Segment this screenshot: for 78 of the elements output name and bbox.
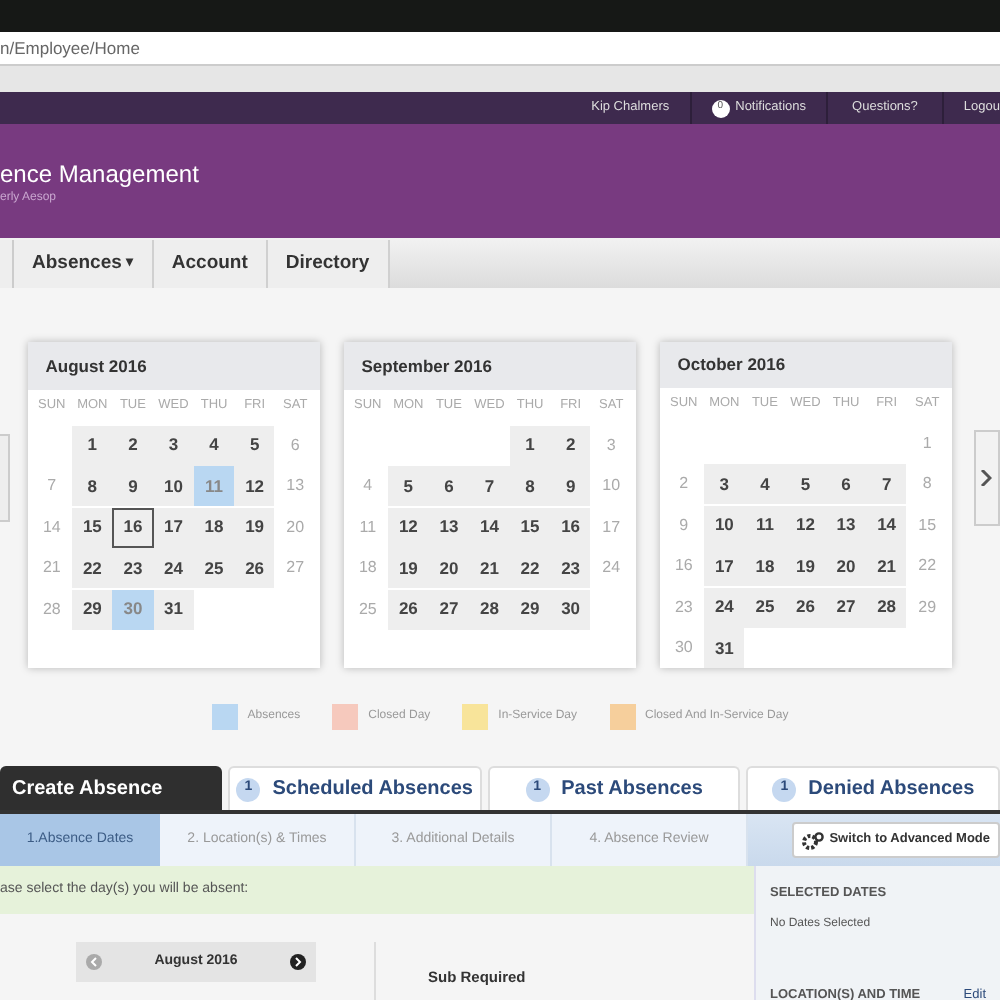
calendar-day[interactable]: 29: [509, 589, 551, 629]
calendar-day[interactable]: 28: [866, 587, 907, 627]
calendar-day[interactable]: 5: [234, 425, 275, 465]
calendar-day[interactable]: 23: [112, 548, 154, 588]
calendar-day[interactable]: 25: [744, 587, 786, 627]
calendar-day[interactable]: 24: [153, 548, 194, 588]
calendar-day[interactable]: 12: [234, 466, 275, 506]
calendar-day[interactable]: 27: [428, 589, 470, 629]
calendar-day[interactable]: 7: [866, 464, 907, 504]
nav-tab[interactable]: Directory: [267, 240, 390, 288]
calendar-day[interactable]: 19: [388, 548, 429, 588]
calendar-day[interactable]: 10: [704, 505, 745, 545]
calendar-day[interactable]: 31: [153, 589, 194, 629]
month-title: October 2016: [677, 352, 786, 378]
calendar-day[interactable]: 13: [825, 505, 867, 545]
calendar-day[interactable]: 23: [550, 548, 591, 588]
calendar-day[interactable]: 25: [193, 548, 235, 588]
calendar-day[interactable]: 17: [153, 507, 194, 547]
calendar-day[interactable]: 9: [112, 466, 154, 506]
calendar-day[interactable]: 18: [193, 507, 235, 547]
calendar-day[interactable]: 15: [509, 507, 551, 547]
calendar-day[interactable]: 11: [744, 505, 786, 545]
calendar-day[interactable]: 3: [704, 464, 745, 504]
calendar-day[interactable]: 20: [825, 546, 867, 586]
calendar-day[interactable]: 8: [509, 466, 551, 506]
calendar-day[interactable]: 27: [825, 587, 867, 627]
calendar-day[interactable]: 5: [785, 464, 826, 504]
calendar-day[interactable]: 15: [72, 507, 113, 547]
calendar-day[interactable]: 13: [428, 507, 470, 547]
calendar-day[interactable]: 19: [785, 546, 826, 586]
next-month-icon[interactable]: [290, 954, 306, 970]
calendar-day[interactable]: 21: [469, 548, 510, 588]
calendar-day[interactable]: 14: [866, 505, 907, 545]
next-months-button[interactable]: [973, 430, 1000, 526]
calendar-day[interactable]: 12: [785, 505, 826, 545]
calendar-day[interactable]: 9: [550, 466, 591, 506]
calendar-day[interactable]: 1: [72, 425, 113, 465]
app-title: ence Management: [0, 159, 201, 189]
calendar-day[interactable]: 17: [704, 546, 745, 586]
calendar-day[interactable]: 30: [550, 589, 591, 629]
address-bar-url[interactable]: n/Employee/Home: [0, 35, 140, 61]
calendar-day[interactable]: 4: [744, 464, 786, 504]
calendar-day[interactable]: 16: [550, 507, 591, 547]
calendar-day[interactable]: 7: [469, 466, 510, 506]
calendar-day[interactable]: 29: [72, 589, 113, 629]
previous-month-icon[interactable]: [86, 954, 102, 970]
calendar-day[interactable]: 22: [72, 548, 113, 588]
calendar-day[interactable]: 12: [388, 507, 429, 547]
month-title: August 2016: [45, 353, 147, 379]
calendar-day[interactable]: 2: [550, 425, 591, 465]
calendar-day[interactable]: 5: [388, 466, 429, 506]
calendar-day[interactable]: 8: [72, 466, 113, 506]
previous-months-button[interactable]: [0, 434, 10, 522]
calendar-day[interactable]: 4: [193, 425, 235, 465]
calendar-day[interactable]: 28: [469, 589, 510, 629]
calendar-day[interactable]: 2: [112, 425, 154, 465]
calendar-day[interactable]: 19: [234, 507, 275, 547]
calendar-day[interactable]: 6: [825, 464, 867, 504]
calendar-day[interactable]: 31: [704, 628, 745, 668]
calendar-day[interactable]: 26: [785, 587, 826, 627]
gears-icon: [801, 831, 824, 849]
calendar-day[interactable]: 3: [153, 425, 194, 465]
absence-tab[interactable]: Create Absence: [0, 766, 222, 810]
calendar-day[interactable]: 10: [153, 466, 194, 506]
calendar-day[interactable]: 16: [112, 507, 154, 547]
calendar-day[interactable]: 21: [866, 546, 907, 586]
calendar-day[interactable]: 20: [428, 548, 470, 588]
calendar-day[interactable]: 6: [428, 466, 470, 506]
month-title: September 2016: [361, 353, 492, 379]
calendar-day[interactable]: 1: [509, 425, 551, 465]
calendar-day[interactable]: 14: [469, 507, 510, 547]
calendar-day[interactable]: 26: [388, 589, 429, 629]
calendar-day[interactable]: 26: [234, 548, 275, 588]
calendar-day[interactable]: 22: [509, 548, 551, 588]
calendar-day[interactable]: 18: [744, 546, 786, 586]
nav-tab[interactable]: Account: [153, 240, 268, 288]
calendar-day[interactable]: 24: [704, 587, 745, 627]
chevron-right-icon: [980, 470, 993, 486]
